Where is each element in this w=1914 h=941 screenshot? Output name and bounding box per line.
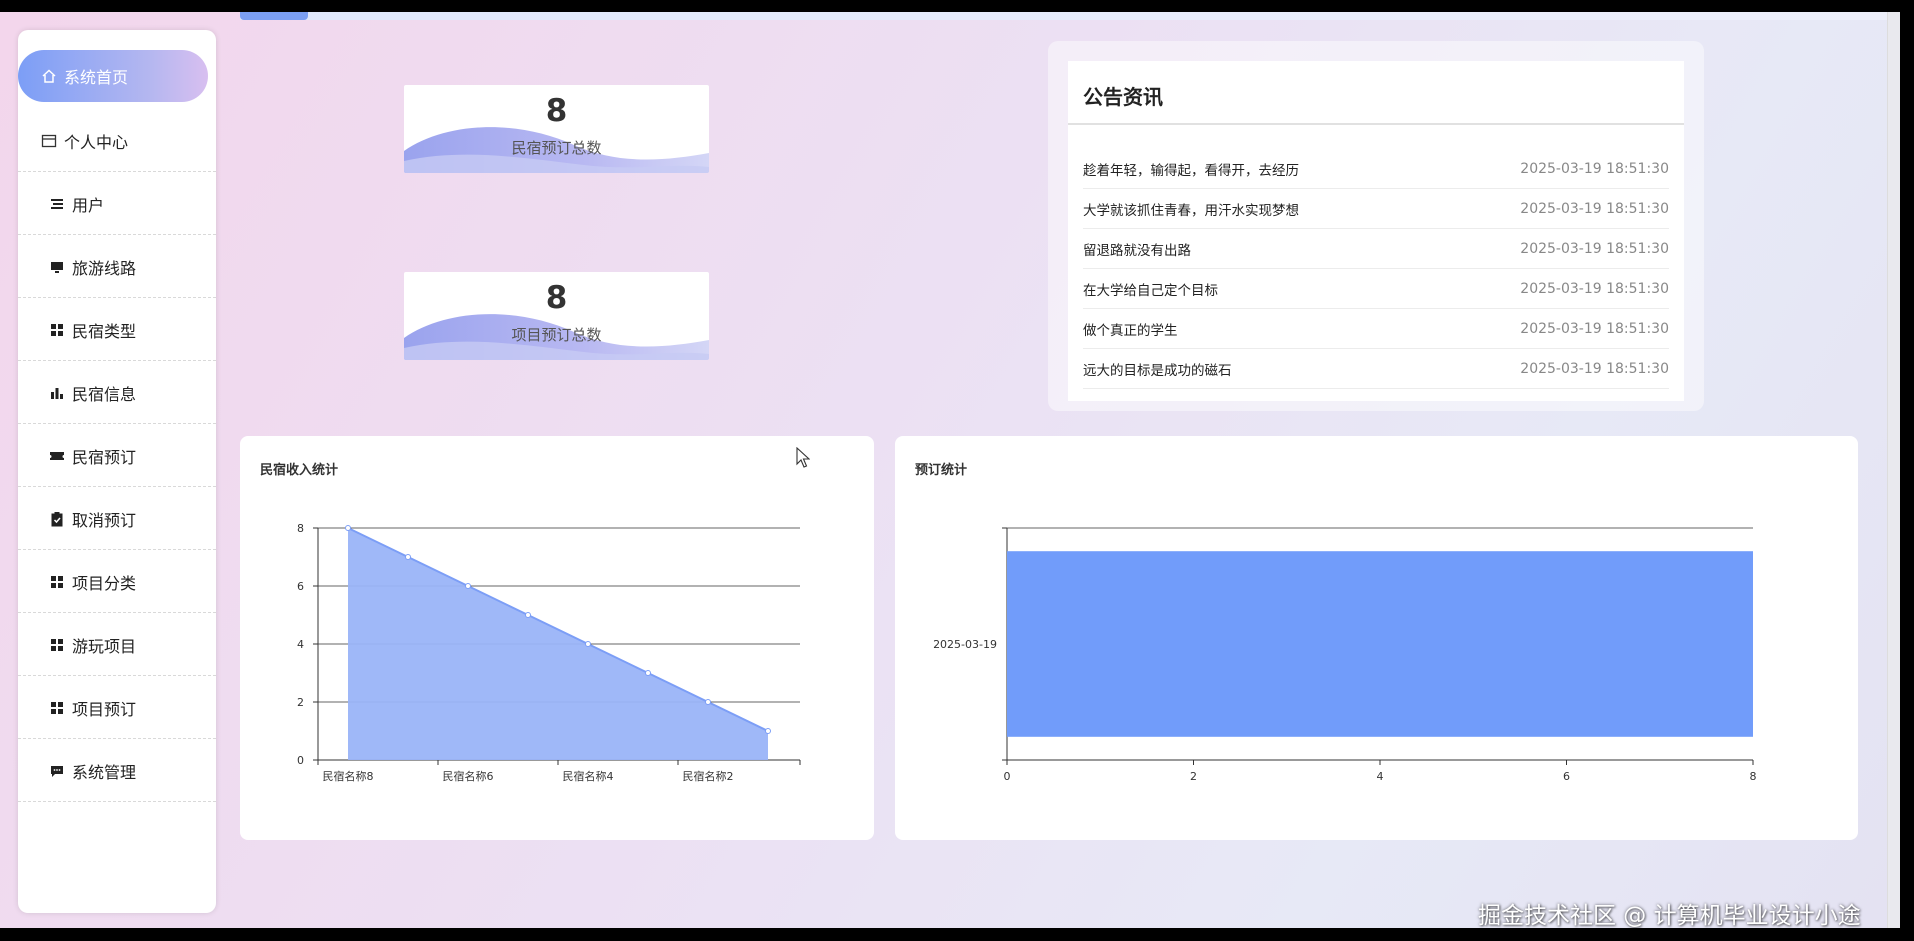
mouse-cursor-icon [796,447,810,468]
y-tick-label: 2025-03-19 [933,638,997,651]
x-tick-label: 4 [1377,770,1384,783]
sidebar-item-label: 民宿预订 [72,447,137,467]
notice-text: 做个真正的学生 [1083,322,1178,339]
stat-label: 项目预订总数 [511,326,602,344]
y-tick-label: 0 [297,754,304,767]
stat-value: 8 [545,280,568,316]
y-tick-label: 2 [297,696,304,709]
notice-text: 留退路就没有出路 [1083,242,1191,259]
notice-text: 在大学给自己定个目标 [1083,282,1218,299]
app-frame: 系统首页 个人中心 用户 旅游线路 民宿类型 民宿信息 民宿预订 取消预订 项目… [0,12,1900,928]
home-icon [40,67,58,85]
sidebar-item-label: 系统首页 [64,68,129,87]
y-tick-label: 6 [297,580,304,593]
sidebar-item-label: 用户 [72,195,105,215]
sidebar-item-system-management[interactable]: 系统管理 [18,740,216,802]
sidebar-item-home[interactable]: 系统首页 [18,50,208,102]
notice-item[interactable]: 大学就该抓住青春，用汗水实现梦想 2025-03-19 18:51:30 [1083,189,1669,229]
bar-chart-icon [48,384,66,402]
notice-text: 趁着年轻，输得起，看得开，去经历 [1083,162,1299,179]
sidebar-item-label: 旅游线路 [72,258,137,278]
watermark: 掘金技术社区 @ 计算机毕业设计小途 [1478,903,1861,928]
booking-chart-card: 预订统计 0 2 4 6 8 2025-03-19 [895,436,1858,840]
data-point [405,554,411,560]
notice-date: 2025-03-19 18:51:30 [1520,360,1669,377]
x-tick-label: 0 [1004,770,1011,783]
sidebar-item-homestay-booking[interactable]: 民宿预订 [18,425,216,487]
data-point [465,583,471,589]
sidebar-item-project-booking[interactable]: 项目预订 [18,677,216,739]
notice-text: 大学就该抓住青春，用汗水实现梦想 [1083,202,1299,219]
data-point [765,728,771,734]
notice-item[interactable]: 远大的目标是成功的磁石 2025-03-19 18:51:30 [1083,349,1669,389]
top-tab-strip [240,12,1900,20]
x-tick-label: 8 [1750,770,1757,783]
ticket-icon [48,447,66,465]
sidebar-item-label: 项目分类 [72,573,137,593]
x-tick-label: 6 [1563,770,1570,783]
x-tick-label: 民宿名称6 [443,769,494,783]
notice-date: 2025-03-19 18:51:30 [1520,160,1669,177]
data-point [345,525,351,531]
income-chart-card: 民宿收入统计 0 2 4 6 8 民宿名称8 民宿名称6 民宿名称4 民宿名称2 [240,436,874,840]
grid-icon [48,321,66,339]
notice-item[interactable]: 留退路就没有出路 2025-03-19 18:51:30 [1083,229,1669,269]
income-area-chart: 0 2 4 6 8 民宿名称8 民宿名称6 民宿名称4 民宿名称2 [297,522,801,783]
sidebar-item-label: 游玩项目 [72,636,137,656]
data-point [705,699,711,705]
sidebar-item-label: 个人中心 [64,132,129,152]
x-tick-label: 民宿名称8 [323,769,374,783]
notice-date: 2025-03-19 18:51:30 [1520,280,1669,297]
divider [1068,123,1684,125]
list-icon [48,195,66,213]
sidebar-item-label: 取消预订 [72,510,137,530]
notice-item[interactable]: 趁着年轻，输得起，看得开，去经历 2025-03-19 18:51:30 [1083,149,1669,189]
y-tick-label: 4 [297,638,304,651]
booking-bar-chart: 0 2 4 6 8 2025-03-19 [933,527,1757,783]
sidebar-item-play-projects[interactable]: 游玩项目 [18,614,216,676]
sidebar-item-label: 民宿信息 [72,384,137,404]
notice-date: 2025-03-19 18:51:30 [1520,320,1669,337]
notice-date: 2025-03-19 18:51:30 [1520,200,1669,217]
sidebar-item-label: 系统管理 [72,762,137,782]
notice-title: 公告资讯 [1083,85,1163,109]
stat-value: 8 [545,93,568,129]
message-icon [48,762,66,780]
sidebar-item-users[interactable]: 用户 [18,173,216,235]
x-tick-label: 2 [1190,770,1197,783]
sidebar-item-homestay-types[interactable]: 民宿类型 [18,299,216,361]
monitor-icon [48,258,66,276]
notice-item[interactable]: 在大学给自己定个目标 2025-03-19 18:51:30 [1083,269,1669,309]
sidebar-item-homestay-info[interactable]: 民宿信息 [18,362,216,424]
stat-card-homestay-bookings: 8 民宿预订总数 [404,85,709,173]
notice-panel: 公告资讯 趁着年轻，输得起，看得开，去经历 2025-03-19 18:51:3… [1068,61,1684,401]
y-tick-label: 8 [297,522,304,535]
card-icon [40,132,58,150]
sidebar-item-label: 项目预订 [72,699,137,719]
clipboard-icon [48,510,66,528]
notice-text: 远大的目标是成功的磁石 [1083,362,1232,379]
stat-label: 民宿预订总数 [511,139,602,157]
grid-icon [48,636,66,654]
bar [1007,551,1753,737]
top-tab-indicator [240,12,308,20]
sidebar-item-label: 民宿类型 [72,321,137,341]
stat-card-project-bookings: 8 项目预订总数 [404,272,709,360]
vertical-scrollbar[interactable] [1887,12,1900,928]
x-tick-label: 民宿名称4 [563,769,614,783]
grid-icon [48,699,66,717]
sidebar-menu: 系统首页 个人中心 用户 旅游线路 民宿类型 民宿信息 民宿预订 取消预订 项目… [18,30,216,913]
sidebar-item-travel-routes[interactable]: 旅游线路 [18,236,216,298]
sidebar-item-profile[interactable]: 个人中心 [18,110,216,172]
data-point [585,641,591,647]
data-point [645,670,651,676]
sidebar-item-project-categories[interactable]: 项目分类 [18,551,216,613]
notice-date: 2025-03-19 18:51:30 [1520,240,1669,257]
sidebar-item-cancel-booking[interactable]: 取消预订 [18,488,216,550]
notice-item[interactable]: 做个真正的学生 2025-03-19 18:51:30 [1083,309,1669,349]
data-point [525,612,531,618]
grid-icon [48,573,66,591]
x-tick-label: 民宿名称2 [683,769,734,783]
